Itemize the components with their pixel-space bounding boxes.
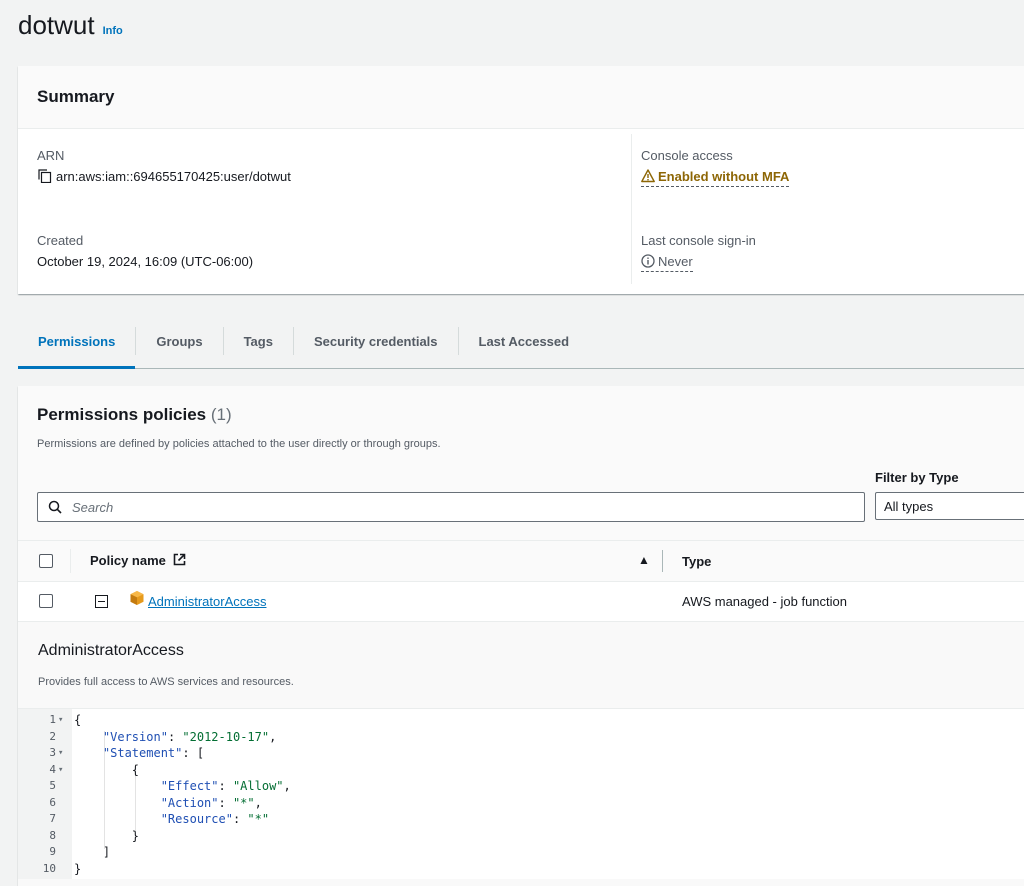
code-text: "Resource": "*" bbox=[160, 812, 270, 826]
permissions-description: Permissions are defined by policies atta… bbox=[37, 438, 441, 450]
row-checkbox[interactable] bbox=[39, 594, 53, 608]
column-divider bbox=[631, 134, 632, 284]
code-text: "Statement": [ bbox=[102, 746, 205, 760]
policy-detail-description: Provides full access to AWS services and… bbox=[38, 676, 294, 688]
info-link[interactable]: Info bbox=[103, 25, 123, 37]
code-line: 3 ▾ "Statement": [ bbox=[18, 745, 1024, 762]
filter-by-type-label: Filter by Type bbox=[875, 470, 959, 485]
last-signin-value: Never bbox=[658, 254, 693, 269]
search-icon bbox=[48, 500, 62, 514]
search-box[interactable] bbox=[37, 492, 865, 522]
line-number: 3 bbox=[49, 746, 56, 759]
permissions-policies-panel: Permissions policies (1) Permissions are… bbox=[18, 386, 1024, 886]
code-line: 5 "Effect": "Allow", bbox=[18, 778, 1024, 795]
arn-field: ARN arn:aws:iam::694655170425:user/dotwu… bbox=[37, 148, 291, 184]
line-number: 8 bbox=[49, 828, 56, 842]
fold-toggle-icon[interactable]: ▾ bbox=[58, 712, 63, 729]
console-access-value: Enabled without MFA bbox=[658, 169, 790, 184]
code-line: 7 "Resource": "*" bbox=[18, 811, 1024, 828]
policy-detail-title: AdministratorAccess bbox=[38, 642, 184, 659]
created-label: Created bbox=[37, 233, 84, 248]
summary-card: Summary ARN arn:aws:iam::694655170425:us… bbox=[18, 66, 1024, 294]
console-access-field: Console access Enabled without MFA bbox=[641, 148, 790, 187]
table-row: AdministratorAccess AWS managed - job fu… bbox=[18, 581, 1024, 622]
code-line: 10} bbox=[18, 861, 1024, 878]
collapse-row-icon[interactable] bbox=[95, 595, 108, 608]
code-text: "Action": "*", bbox=[160, 795, 262, 810]
code-text: { bbox=[74, 713, 82, 727]
code-line: 6 "Action": "*", bbox=[18, 795, 1024, 812]
copy-icon[interactable] bbox=[37, 169, 52, 184]
search-input[interactable] bbox=[70, 498, 854, 516]
table-header: Policy name ▲ Type bbox=[18, 540, 1024, 582]
fold-toggle-icon[interactable]: ▾ bbox=[58, 762, 63, 779]
code-text: } bbox=[74, 828, 140, 843]
code-line: 8 } bbox=[18, 828, 1024, 845]
arn-label: ARN bbox=[37, 148, 65, 163]
column-type[interactable]: Type bbox=[682, 554, 711, 569]
permissions-count: (1) bbox=[210, 405, 232, 424]
tab-last-accessed[interactable]: Last Accessed bbox=[459, 314, 590, 368]
tab-permissions[interactable]: Permissions bbox=[18, 314, 136, 369]
page-title: dotwut bbox=[18, 10, 95, 40]
select-all-checkbox[interactable] bbox=[39, 554, 53, 568]
line-number: 9 bbox=[49, 845, 56, 858]
permissions-header: Permissions policies (1) Permissions are… bbox=[18, 386, 1024, 540]
tab-tags[interactable]: Tags bbox=[224, 314, 293, 368]
column-separator bbox=[662, 550, 663, 572]
tab-security-credentials[interactable]: Security credentials bbox=[294, 314, 458, 368]
code-text: } bbox=[74, 861, 82, 876]
column-policy-name-label: Policy name bbox=[90, 553, 166, 568]
code-text: "Effect": "Allow", bbox=[160, 779, 291, 793]
permissions-title: Permissions policies (1) bbox=[37, 405, 232, 425]
policy-type-cell: AWS managed - job function bbox=[682, 594, 847, 609]
column-separator bbox=[70, 549, 71, 573]
line-number: 7 bbox=[49, 812, 56, 825]
policy-json-editor[interactable]: 1 ▾{2 "Version": "2012-10-17", 3 ▾ "Stateme… bbox=[18, 708, 1024, 879]
type-filter-select[interactable]: All types bbox=[875, 492, 1024, 520]
last-signin-field: Last console sign-in Never bbox=[641, 233, 756, 272]
code-line: 2 "Version": "2012-10-17", bbox=[18, 729, 1024, 746]
code-text: { bbox=[74, 762, 140, 777]
last-signin-label: Last console sign-in bbox=[641, 233, 756, 248]
column-policy-name[interactable]: Policy name bbox=[90, 553, 186, 568]
line-number: 2 bbox=[49, 729, 56, 743]
created-value: October 19, 2024, 16:09 (UTC-06:00) bbox=[37, 254, 254, 269]
type-filter-value: All types bbox=[884, 498, 934, 514]
summary-heading: Summary bbox=[37, 87, 115, 106]
external-link-icon[interactable] bbox=[173, 553, 186, 566]
line-number: 10 bbox=[42, 861, 56, 875]
code-line: 9 ] bbox=[18, 844, 1024, 861]
code-text: ] bbox=[74, 845, 111, 859]
line-number: 5 bbox=[49, 779, 56, 792]
code-text: "Version": "2012-10-17", bbox=[102, 729, 277, 744]
console-access-label: Console access bbox=[641, 148, 733, 163]
page-header: dotwut Info bbox=[18, 10, 123, 41]
line-number: 1 bbox=[49, 713, 56, 726]
policy-detail-panel: AdministratorAccess Provides full access… bbox=[18, 622, 1024, 886]
sort-ascending-icon[interactable]: ▲ bbox=[638, 553, 650, 567]
info-circle-icon bbox=[641, 254, 655, 268]
aws-managed-policy-icon bbox=[129, 590, 145, 609]
code-line: 4 ▾ { bbox=[18, 762, 1024, 779]
console-access-status[interactable]: Enabled without MFA bbox=[641, 169, 790, 187]
policy-name-link[interactable]: AdministratorAccess bbox=[148, 594, 266, 609]
line-number: 4 bbox=[49, 762, 56, 776]
warning-icon bbox=[641, 169, 655, 183]
fold-toggle-icon[interactable]: ▾ bbox=[58, 745, 63, 762]
permissions-title-text: Permissions policies bbox=[37, 405, 207, 424]
created-field: Created October 19, 2024, 16:09 (UTC-06:… bbox=[37, 233, 253, 269]
arn-value: arn:aws:iam::694655170425:user/dotwut bbox=[56, 169, 291, 184]
tab-bar: Permissions Groups Tags Security credent… bbox=[18, 314, 1024, 369]
summary-header: Summary bbox=[18, 66, 1024, 129]
tab-groups[interactable]: Groups bbox=[136, 314, 222, 368]
last-signin-status[interactable]: Never bbox=[641, 254, 693, 272]
line-number: 6 bbox=[49, 795, 56, 809]
code-line: 1 ▾ { bbox=[18, 712, 1024, 729]
